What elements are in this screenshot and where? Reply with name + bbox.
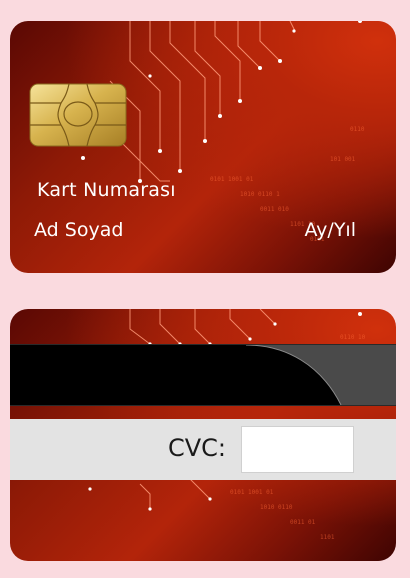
cardholder-name-label: Ad Soyad <box>34 219 124 241</box>
card-number-label: Kart Numarası <box>37 179 176 201</box>
svg-text:0011 010: 0011 010 <box>260 206 289 213</box>
emv-chip-icon <box>29 83 127 147</box>
svg-text:1101: 1101 <box>320 534 335 541</box>
magnetic-stripe <box>10 344 396 406</box>
svg-text:101 001: 101 001 <box>330 156 356 163</box>
svg-text:0110 10: 0110 10 <box>340 334 366 341</box>
svg-text:1010 0110 1: 1010 0110 1 <box>240 191 280 198</box>
svg-text:0011 01: 0011 01 <box>290 519 316 526</box>
stripe-gloss <box>246 345 396 405</box>
signature-strip: CVC: <box>10 419 396 480</box>
svg-text:0101 1001 01: 0101 1001 01 <box>210 176 254 183</box>
credit-card-front: 0101 1001 01 1010 0110 1 0011 010 1101 1… <box>10 21 396 273</box>
expiry-date-label: Ay/Yıl <box>304 219 356 241</box>
cvc-input[interactable] <box>241 426 354 473</box>
svg-text:1010 0110: 1010 0110 <box>260 504 293 511</box>
svg-text:0101 1001 01: 0101 1001 01 <box>230 489 274 496</box>
svg-text:0110: 0110 <box>350 126 365 133</box>
cvc-label: CVC: <box>168 434 227 462</box>
credit-card-back: 0101 1001 01 1010 0110 0011 01 1101 0110… <box>10 309 396 561</box>
